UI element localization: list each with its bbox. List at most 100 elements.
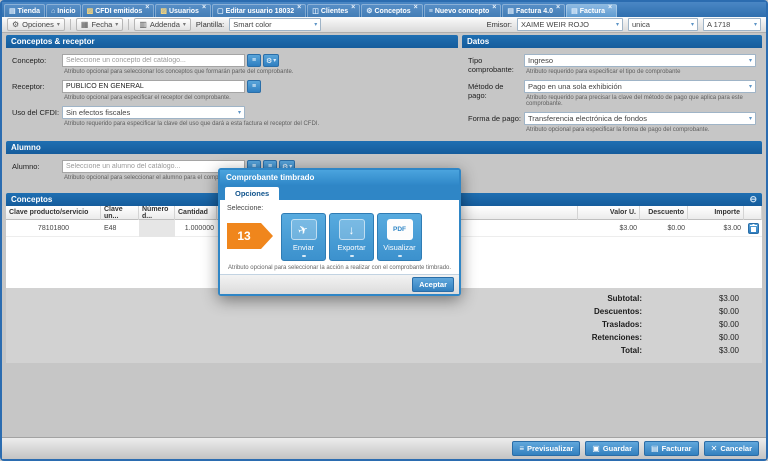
emisor-label: Emisor:: [487, 20, 512, 29]
tab-conceptos[interactable]: ⚙ Conceptos ×: [361, 4, 423, 17]
column-importe[interactable]: Importe: [688, 206, 744, 220]
aceptar-button[interactable]: Aceptar: [412, 277, 454, 292]
tab-label: Nuevo concepto: [435, 8, 489, 15]
tipo-comprobante-select[interactable]: Ingreso ▾: [524, 54, 756, 67]
metodo-pago-select[interactable]: Pago en una sola exhibición ▾: [524, 80, 756, 93]
column-clave-unidad[interactable]: Clave un...: [101, 206, 139, 220]
exportar-label: Exportar: [337, 243, 365, 252]
tab-tienda[interactable]: ▤ Tienda: [4, 4, 45, 17]
forma-pago-label: Forma de pago:: [462, 112, 524, 136]
toolbar-separator: [128, 19, 129, 30]
previsualizar-label: Previsualizar: [527, 444, 573, 453]
close-icon[interactable]: ×: [492, 5, 496, 11]
addenda-button[interactable]: ▥ Addenda ▾: [134, 18, 191, 31]
facturar-button[interactable]: ▤ Facturar: [644, 441, 699, 456]
opciones-button[interactable]: ⚙ Opciones ▾: [7, 18, 65, 31]
facturar-label: Facturar: [662, 444, 692, 453]
cell-descuento: $0.00: [640, 220, 688, 237]
save-icon: ▣: [592, 444, 600, 453]
close-icon[interactable]: ×: [556, 5, 560, 11]
close-icon[interactable]: ×: [297, 5, 301, 11]
tab-clientes[interactable]: ◫ Clientes ×: [307, 4, 360, 17]
gear-icon: ⚙: [366, 8, 372, 15]
cancel-icon: ✕: [711, 444, 718, 453]
emisor-value: XAIME WEIR ROJO: [521, 20, 589, 29]
guardar-label: Guardar: [603, 444, 632, 453]
emisor-select[interactable]: XAIME WEIR ROJO ▾: [517, 18, 623, 31]
close-icon[interactable]: ×: [202, 5, 206, 11]
toolbar-separator: [70, 19, 71, 30]
metodo-pago-help: Atributo requerido para precisar la clav…: [526, 95, 756, 107]
concepto-label: Concepto:: [6, 54, 62, 78]
tab-factura-40[interactable]: ▤ Factura 4.0 ×: [502, 4, 565, 17]
cell-clave-unidad: E48: [101, 220, 139, 237]
previsualizar-button[interactable]: ≡ Previsualizar: [512, 441, 580, 456]
column-cantidad[interactable]: Cantidad: [175, 206, 217, 220]
metodo-pago-label: Método de pago:: [462, 80, 524, 110]
guardar-button[interactable]: ▣ Guardar: [585, 441, 639, 456]
dialog-footer: Aceptar: [220, 274, 459, 294]
tab-usuarios[interactable]: ▨ Usuarios ×: [155, 4, 211, 17]
store-icon: ▤: [9, 8, 16, 15]
dialog-title: Comprobante timbrado: [226, 173, 314, 182]
uso-cfdi-select[interactable]: Sin efectos fiscales ▾: [62, 106, 245, 119]
concepto-options-button[interactable]: ⚙ ▾: [263, 54, 279, 67]
chevron-down-icon: ▾: [749, 57, 752, 64]
plantilla-value: Smart color: [233, 20, 271, 29]
invoice-icon: ▤: [571, 8, 578, 15]
enviar-button[interactable]: ✈ Enviar: [281, 213, 326, 261]
fecha-button[interactable]: ▦ Fecha ▾: [76, 18, 123, 31]
close-icon[interactable]: ×: [145, 5, 149, 11]
total-label: Total:: [6, 346, 642, 355]
serie-select[interactable]: A 1718 ▾: [703, 18, 761, 31]
step-badge: 13: [227, 223, 261, 249]
tab-label: Usuarios: [169, 8, 199, 15]
send-icon: ✈: [291, 219, 317, 240]
cancelar-button[interactable]: ✕ Cancelar: [704, 441, 759, 456]
close-icon[interactable]: ×: [414, 5, 418, 11]
tab-opciones[interactable]: Opciones: [225, 187, 279, 200]
column-numero[interactable]: Número d...: [139, 206, 175, 220]
delete-row-button[interactable]: [748, 223, 759, 234]
serie-value: A 1718: [707, 20, 730, 29]
chevron-down-icon: ▾: [273, 57, 276, 64]
visualizar-button[interactable]: PDF Visualizar: [377, 213, 422, 261]
panel-conceptos-receptor: Conceptos & receptor Concepto: ≡ ⚙ ▾ Atr…: [6, 35, 458, 132]
folder-icon: ▨: [87, 8, 94, 15]
trash-icon: [750, 224, 757, 232]
sucursal-select[interactable]: unica ▾: [628, 18, 698, 31]
receptor-input[interactable]: [62, 80, 245, 93]
panel-header: Conceptos & receptor: [6, 35, 458, 48]
close-icon[interactable]: ×: [608, 5, 612, 11]
document-icon: ≡: [429, 8, 433, 15]
concepto-input[interactable]: [62, 54, 245, 67]
panel-datos: Datos Tipo comprobante: Ingreso ▾ Atribu…: [462, 35, 762, 138]
dialog-title-bar: Comprobante timbrado: [220, 170, 459, 185]
tab-label: Editar usuario 18032: [226, 8, 294, 15]
tab-nuevo-concepto[interactable]: ≡ Nuevo concepto ×: [424, 4, 502, 17]
concepto-catalog-button[interactable]: ≡: [247, 54, 261, 67]
dialog-body: Seleccione: 13 ✈ Enviar ↓ Exportar PDF: [220, 200, 459, 274]
tab-factura[interactable]: ▤ Factura ×: [566, 4, 617, 17]
enviar-label: Enviar: [293, 243, 314, 252]
tab-editar-usuario[interactable]: ▢ Editar usuario 18032 ×: [212, 4, 306, 17]
tab-cfdi-emitidos[interactable]: ▨ CFDI emitidos ×: [82, 4, 155, 17]
tab-label: CFDI emitidos: [95, 8, 142, 15]
tab-label: Factura: [580, 8, 605, 15]
subtotal-value: $3.00: [642, 294, 739, 303]
tab-label: Tienda: [18, 8, 40, 15]
close-icon[interactable]: ×: [351, 5, 355, 11]
gear-icon: ⚙: [12, 20, 19, 29]
plantilla-select[interactable]: Smart color ▾: [229, 18, 321, 31]
traslados-value: $0.00: [642, 320, 739, 329]
receptor-catalog-button[interactable]: ≡: [247, 80, 261, 93]
forma-pago-select[interactable]: Transferencia electrónica de fondos ▾: [524, 112, 756, 125]
cell-importe: $3.00: [688, 220, 744, 237]
column-descuento[interactable]: Descuento: [640, 206, 688, 220]
column-valor-u[interactable]: Valor U.: [578, 206, 640, 220]
exportar-button[interactable]: ↓ Exportar: [329, 213, 374, 261]
collapse-icon[interactable]: ⊖: [749, 195, 757, 204]
column-clave-producto[interactable]: Clave producto/servicio: [6, 206, 101, 220]
metodo-pago-value: Pago en una sola exhibición: [528, 82, 622, 91]
tab-inicio[interactable]: ⌂ Inicio: [46, 4, 81, 17]
